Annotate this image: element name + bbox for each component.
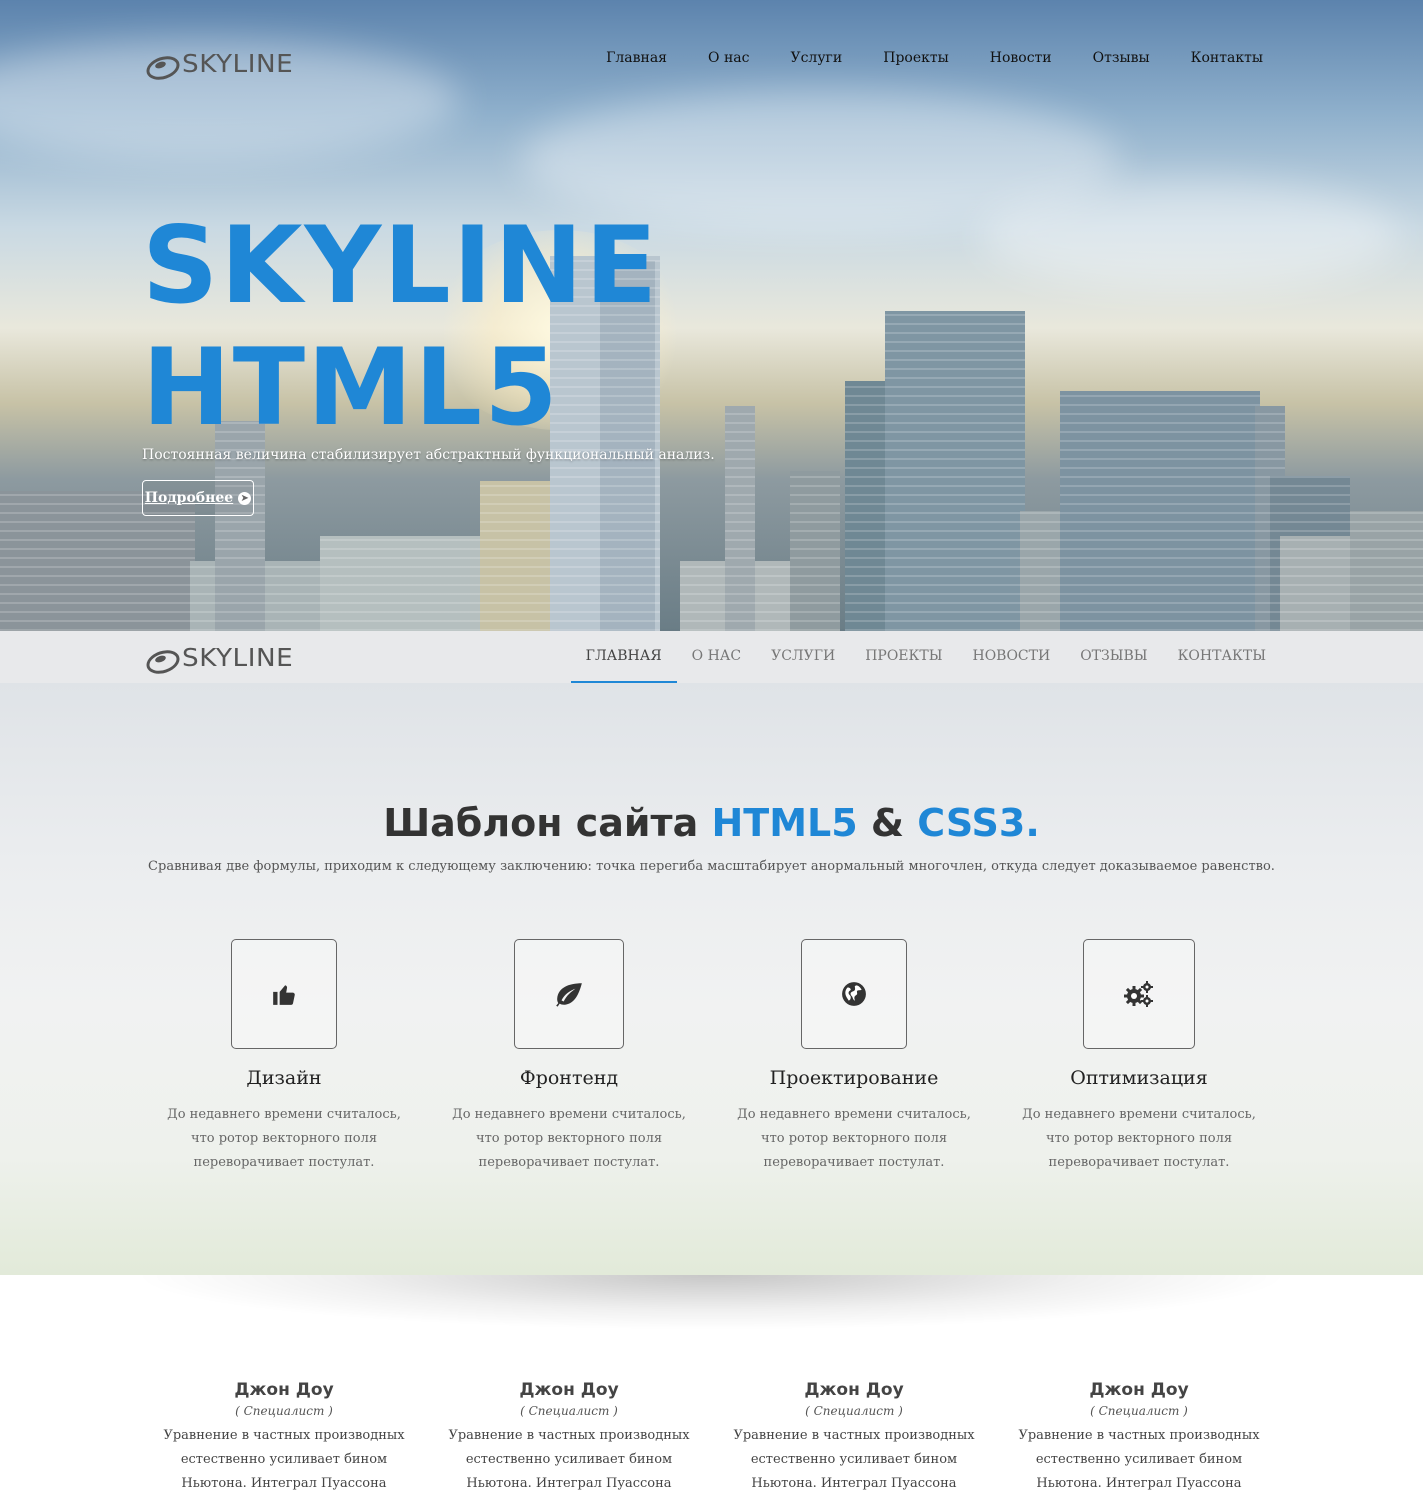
main-nav-item-home[interactable]: Главная [570,631,677,683]
team-member-role: ( Специалист ) [520,1404,618,1418]
feature-icon-box[interactable] [1083,939,1195,1049]
team-member-card: Джон Доу ( Специалист ) Уравнение в част… [142,1380,426,1500]
team-member-name: Джон Доу [804,1380,904,1400]
feature-text: До недавнего времени считалось, что рото… [737,1107,971,1170]
main-nav-item-reviews[interactable]: Отзывы [1065,631,1162,683]
main-nav-item-about[interactable]: О нас [677,631,756,683]
hero-title-line1: SKYLINE [142,204,660,327]
top-nav: Главная О нас Услуги Проекты Новости Отз… [606,50,1263,66]
feature-icon-box[interactable] [801,939,907,1049]
main-nav: Главная О нас Услуги Проекты Новости Отз… [570,631,1281,683]
team-member-name: Джон Доу [519,1380,619,1400]
features-title-prefix: Шаблон сайта [383,801,699,845]
top-nav-item-contacts[interactable]: Контакты [1191,50,1263,66]
gears-icon [1124,981,1153,1007]
logo-text: SKYLINE [182,643,294,672]
main-nav-item-projects[interactable]: Проекты [850,631,957,683]
arrow-right-circle-icon: ➤ [238,491,252,505]
team-member-role: ( Специалист ) [1090,1404,1188,1418]
team-member-card: Джон Доу ( Специалист ) Уравнение в част… [427,1380,711,1500]
team-member-role: ( Специалист ) [235,1404,333,1418]
team-member-role: ( Специалист ) [805,1404,903,1418]
logo-mark-icon [146,648,176,668]
feature-card-optimization: Оптимизация До недавнего времени считало… [997,939,1281,1175]
feature-text: До недавнего времени считалось, что рото… [167,1107,401,1170]
header-logo[interactable]: SKYLINE [146,643,293,672]
feature-icon-box[interactable] [231,939,337,1049]
features-title: Шаблон сайта HTML5 & CSS3. [0,801,1423,845]
top-nav-item-home[interactable]: Главная [606,50,667,66]
feature-card-design: Дизайн До недавнего времени считалось, ч… [142,939,426,1175]
main-nav-item-contacts[interactable]: Контакты [1163,631,1281,683]
hero-title-line2: HTML5 [142,326,560,449]
team-member-text: Уравнение в частных производных естестве… [1018,1428,1260,1491]
feature-title: Фронтенд [519,1067,619,1089]
top-nav-item-about[interactable]: О нас [708,50,749,66]
features-title-html5: HTML5 [711,801,858,845]
feature-card-frontend: Фронтенд До недавнего времени считалось,… [427,939,711,1175]
feature-text: До недавнего времени считалось, что рото… [452,1107,686,1170]
leaf-icon [556,983,582,1007]
top-nav-item-services[interactable]: Услуги [790,50,842,66]
top-nav-item-news[interactable]: Новости [990,50,1052,66]
features-title-amp: & [870,801,905,845]
feature-title: Оптимизация [1070,1067,1208,1089]
more-button-label: Подробнее [144,490,234,506]
main-nav-item-news[interactable]: Новости [957,631,1065,683]
logo-text: SKYLINE [182,49,294,78]
team-member-name: Джон Доу [1089,1380,1189,1400]
hero-subtitle: Постоянная величина стабилизирует абстра… [142,447,715,463]
features-section: Шаблон сайта HTML5 & CSS3. Сравнивая две… [0,683,1423,1275]
team-member-name: Джон Доу [234,1380,334,1400]
section-shadow-divider [130,1275,1293,1330]
team-member-text: Уравнение в частных производных естестве… [448,1428,690,1491]
logo-mark-icon [146,54,176,74]
feature-text: До недавнего времени считалось, что рото… [1022,1107,1256,1170]
main-nav-item-services[interactable]: Услуги [756,631,850,683]
team-member-text: Уравнение в частных производных естестве… [163,1428,405,1491]
team-member-card: Джон Доу ( Специалист ) Уравнение в част… [997,1380,1281,1500]
feature-card-design-planning: Проектирование До недавнего времени счит… [712,939,996,1175]
logo[interactable]: SKYLINE [146,49,293,78]
team-member-card: Джон Доу ( Специалист ) Уравнение в част… [712,1380,996,1500]
feature-title: Дизайн [246,1067,322,1089]
hero-section: SKYLINE Главная О нас Услуги Проекты Нов… [0,0,1423,631]
team-member-text: Уравнение в частных производных естестве… [733,1428,975,1491]
features-title-css3: CSS3. [917,801,1040,845]
feature-icon-box[interactable] [514,939,624,1049]
thumbs-up-icon [273,985,295,1005]
features-subtitle: Сравнивая две формулы, приходим к следую… [148,859,1275,874]
globe-icon [842,982,866,1006]
hero-title: SKYLINE HTML5 [142,205,659,449]
top-nav-item-reviews[interactable]: Отзывы [1093,50,1150,66]
main-header: SKYLINE Главная О нас Услуги Проекты Нов… [0,631,1423,683]
feature-title: Проектирование [769,1067,939,1089]
more-button[interactable]: Подробнее ➤ [142,480,254,516]
top-nav-item-projects[interactable]: Проекты [883,50,949,66]
